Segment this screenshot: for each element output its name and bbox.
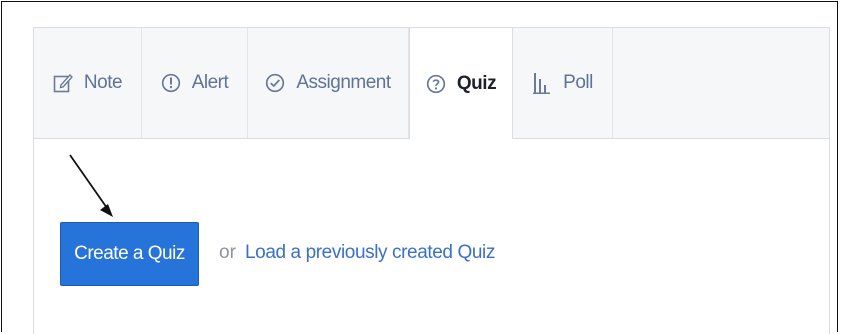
bar-chart-icon: [532, 71, 552, 95]
create-quiz-button[interactable]: Create a Quiz: [60, 222, 199, 286]
tab-poll-label: Poll: [563, 72, 593, 93]
edit-icon: [53, 72, 73, 94]
alert-icon: [161, 73, 181, 93]
tab-assignment[interactable]: Assignment: [248, 28, 409, 138]
tab-poll[interactable]: Poll: [513, 28, 613, 138]
screenshot-frame: Note Alert Assignment Quiz Poll Create a…: [1, 1, 838, 334]
tab-alert-label: Alert: [191, 72, 229, 93]
load-previous-quiz-link[interactable]: Load a previously created Quiz: [245, 242, 495, 264]
quiz-tab-content: Create a Quiz or Load a previously creat…: [34, 139, 829, 334]
tab-quiz-label: Quiz: [456, 72, 497, 94]
question-circle-icon: [426, 74, 446, 94]
tab-note[interactable]: Note: [34, 28, 142, 138]
check-circle-icon: [265, 73, 285, 93]
tab-alert[interactable]: Alert: [142, 28, 248, 138]
or-separator-text: or: [219, 242, 236, 263]
tab-note-label: Note: [83, 72, 123, 93]
tab-quiz[interactable]: Quiz: [409, 28, 513, 139]
tab-assignment-label: Assignment: [296, 72, 391, 93]
composer-panel: Note Alert Assignment Quiz Poll Create a…: [33, 27, 830, 334]
composer-tab-bar: Note Alert Assignment Quiz Poll: [34, 28, 829, 139]
